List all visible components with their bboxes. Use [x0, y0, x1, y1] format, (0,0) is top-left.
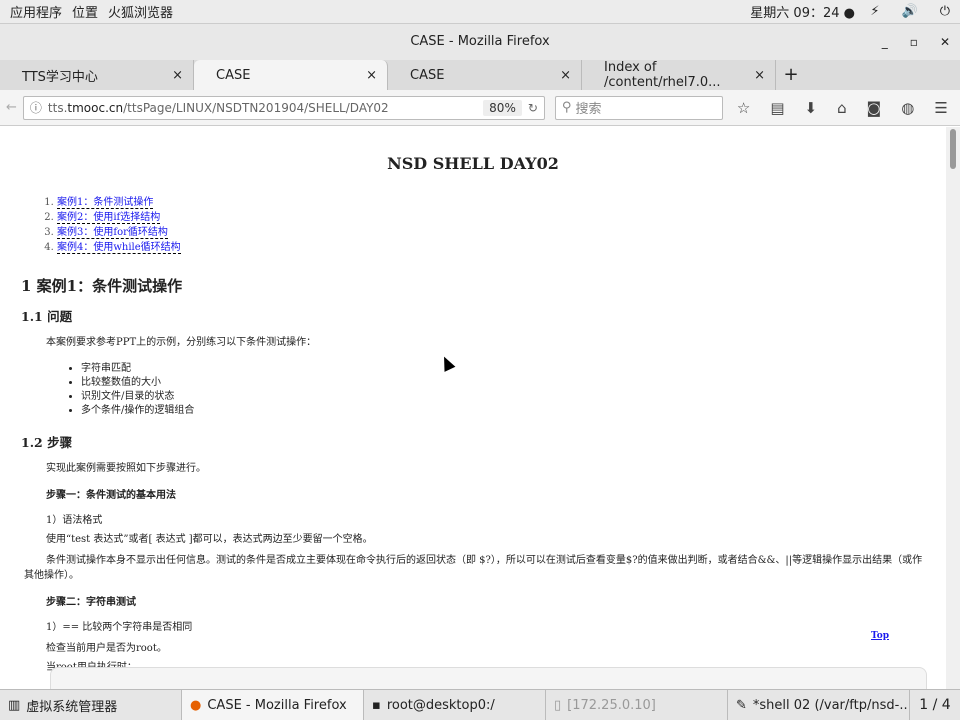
- home-icon[interactable]: ⌂: [837, 99, 847, 117]
- task-label: [172.25.0.10]: [567, 697, 656, 713]
- info-icon[interactable]: ⓘ: [30, 99, 42, 116]
- url-prefix: tts.: [47, 100, 68, 115]
- power-icon[interactable]: ⏻: [940, 4, 950, 19]
- task-editor[interactable]: ✎ *shell 02 (/var/ftp/nsd-...: [728, 690, 910, 720]
- vm-manager-icon: ▥: [8, 697, 21, 713]
- clock[interactable]: 星期六 09：24 ●: [750, 2, 855, 21]
- reading-list-icon[interactable]: ▤: [770, 99, 784, 117]
- tab-case-active[interactable]: CASE ×: [194, 60, 388, 90]
- close-tab-icon[interactable]: ×: [754, 68, 765, 83]
- heading-steps: 1.2 步骤: [21, 435, 73, 450]
- step2-heading: 步骤二：字符串测试: [46, 597, 136, 608]
- firefox-icon: ●: [190, 697, 202, 713]
- window-title: CASE - Mozilla Firefox: [410, 34, 550, 49]
- tab-strip: TTS学习中心 × CASE × CASE × Index of /content/r…: [0, 60, 960, 90]
- url-path: /ttsPage/LINUX/NSDTN201904/SHELL/DAY02: [123, 100, 389, 115]
- extension-icon[interactable]: ◍: [901, 99, 914, 117]
- document-icon: ▯: [554, 697, 562, 713]
- tab-label: TTS学习中心: [22, 69, 98, 85]
- syntax-label: 1）语法格式: [46, 515, 103, 526]
- close-tab-icon[interactable]: ×: [172, 68, 183, 83]
- taskbar: ▥ 虚拟系统管理器 ● CASE - Mozilla Firefox ▪ root@d…: [0, 689, 960, 720]
- back-icon[interactable]: ←: [6, 100, 17, 115]
- step1-heading: 步骤一：条件测试的基本用法: [46, 490, 176, 501]
- tab-case[interactable]: CASE ×: [388, 60, 582, 90]
- task-label: *shell 02 (/var/ftp/nsd-...: [752, 697, 910, 713]
- maximize-button[interactable]: ▫: [910, 24, 918, 60]
- search-input[interactable]: ⚲ 搜索: [554, 95, 723, 120]
- close-tab-icon[interactable]: ×: [560, 68, 571, 83]
- search-placeholder: 搜索: [575, 102, 602, 117]
- check-text: 检查当前用户是否为root。: [46, 643, 167, 654]
- tab-tts[interactable]: TTS学习中心 ×: [0, 60, 194, 90]
- scrollbar[interactable]: [946, 127, 960, 689]
- bullet-list: 字符串匹配 比较整数值的大小 识别文件/目录的状态 多个条件/操作的逻辑组合: [81, 362, 946, 418]
- page-content: NSD SHELL DAY02 案例1：条件测试操作 案例2：使用if选择结构 …: [0, 127, 946, 689]
- tab-label: CASE: [216, 67, 251, 83]
- close-tab-icon[interactable]: ×: [366, 68, 377, 83]
- apps-menu[interactable]: 应用程序: [10, 2, 62, 21]
- tab-index[interactable]: Index of /content/rhel7.0... ×: [582, 60, 776, 90]
- workspace-pager[interactable]: 1 / 4: [910, 690, 960, 720]
- close-button[interactable]: ✕: [940, 24, 950, 60]
- tab-label: Index of /content/rhel7.0...: [604, 60, 721, 90]
- editor-icon: ✎: [736, 697, 747, 713]
- syntax-text: 使用“test 表达式”或者[ 表达式 ]都可以，表达式两边至少要留一个空格。: [46, 534, 373, 545]
- list-item: 识别文件/目录的状态: [81, 390, 946, 404]
- top-link[interactable]: Top: [871, 631, 889, 641]
- list-item: 多个条件/操作的逻辑组合: [81, 404, 946, 418]
- toc-link[interactable]: 案例4：使用while循环结构: [57, 242, 181, 254]
- url-bar[interactable]: ⓘ tts.tmooc.cn/ttsPage/LINUX/NSDTN201904…: [22, 95, 545, 120]
- nav-toolbar: ← ⓘ tts.tmooc.cn/ttsPage/LINUX/NSDTN2019…: [0, 90, 960, 126]
- pocket-icon[interactable]: ◙: [867, 99, 882, 117]
- task-label: 虚拟系统管理器: [26, 699, 118, 715]
- system-top-bar: 应用程序 位置 火狐浏览器 星期六 09：24 ● ⚡ 🔊 ⏻: [0, 0, 960, 24]
- list-item: 比较整数值的大小: [81, 376, 946, 390]
- menu-icon[interactable]: ☰: [934, 99, 947, 117]
- toc-link[interactable]: 案例2：使用if选择结构: [57, 212, 161, 224]
- toc: 案例1：条件测试操作 案例2：使用if选择结构 案例3：使用for循环结构 案例…: [57, 195, 946, 255]
- tab-label: CASE: [410, 67, 445, 83]
- terminal-icon: ▪: [372, 697, 381, 713]
- task-remote[interactable]: ▯ [172.25.0.10]: [546, 690, 728, 720]
- task-firefox[interactable]: ● CASE - Mozilla Firefox: [182, 690, 364, 720]
- url-domain: tmooc.cn: [67, 100, 124, 115]
- reload-icon[interactable]: ↻: [528, 101, 538, 115]
- heading-problem: 1.1 问题: [21, 309, 73, 324]
- explanation-paragraph: 条件测试操作本身不显示出任何信息。测试的条件是否成立主要体现在命令执行后的返回状…: [24, 555, 923, 581]
- compare-text: 1）== 比较两个字符串是否相同: [46, 622, 193, 633]
- page-title: NSD SHELL DAY02: [387, 154, 559, 173]
- browser-menu[interactable]: 火狐浏览器: [108, 2, 173, 21]
- minimize-button[interactable]: _: [882, 24, 888, 60]
- task-vm-manager[interactable]: ▥ 虚拟系统管理器: [0, 690, 182, 720]
- toc-link[interactable]: 案例3：使用for循环结构: [57, 227, 168, 239]
- zoom-level[interactable]: 80%: [483, 99, 522, 116]
- task-terminal[interactable]: ▪ root@desktop0:/: [364, 690, 546, 720]
- bookmark-star-icon[interactable]: ☆: [737, 99, 750, 117]
- search-icon: ⚲: [561, 100, 572, 115]
- list-item: 字符串匹配: [81, 362, 946, 376]
- code-block: [50, 667, 927, 689]
- window-titlebar: CASE - Mozilla Firefox _ ▫ ✕: [0, 24, 960, 60]
- problem-text: 本案例要求参考PPT上的示例，分别练习以下条件测试操作：: [46, 337, 317, 348]
- new-tab-button[interactable]: +: [776, 60, 806, 90]
- download-icon[interactable]: ⬇: [805, 99, 818, 117]
- heading-case1: 1 案例1：条件测试操作: [21, 277, 183, 295]
- volume-icon[interactable]: 🔊: [902, 4, 918, 19]
- places-menu[interactable]: 位置: [72, 2, 98, 21]
- toc-link[interactable]: 案例1：条件测试操作: [57, 197, 154, 209]
- steps-intro: 实现此案例需要按照如下步骤进行。: [46, 463, 206, 474]
- task-label: CASE - Mozilla Firefox: [207, 697, 347, 713]
- network-icon[interactable]: ⚡: [870, 4, 879, 19]
- task-label: root@desktop0:/: [386, 697, 495, 713]
- scrollbar-thumb[interactable]: [950, 129, 956, 169]
